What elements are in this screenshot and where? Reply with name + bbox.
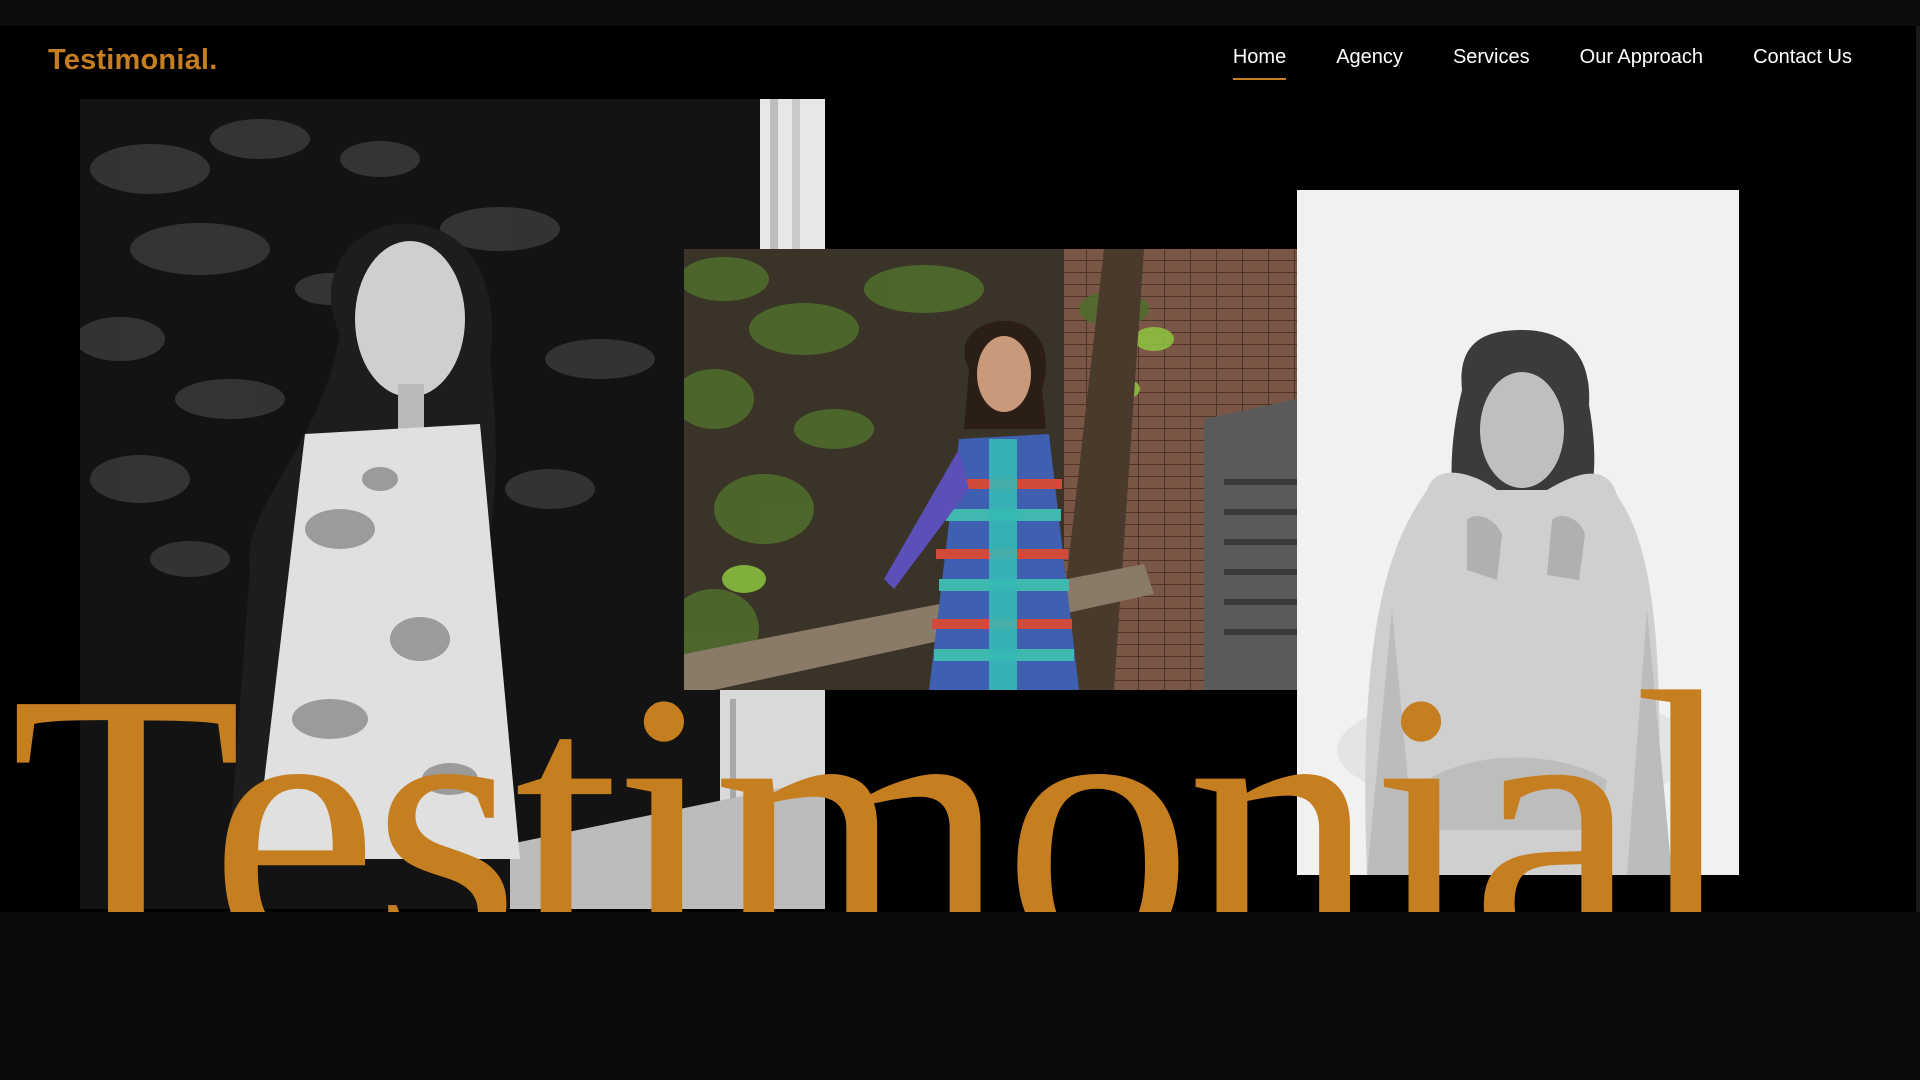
photo-model-patterned-tunic [684, 249, 1297, 690]
main-nav: Home Agency Services Our Approach Contac… [1232, 46, 1852, 80]
bottom-band [0, 912, 1920, 1080]
photo-model-hoodie [1297, 190, 1739, 875]
scroll-edge [1916, 26, 1920, 912]
nav-item-agency[interactable]: Agency [1336, 46, 1403, 80]
nav-item-our-approach[interactable]: Our Approach [1580, 46, 1703, 80]
nav-item-contact-us[interactable]: Contact Us [1753, 46, 1852, 80]
nav-item-services[interactable]: Services [1453, 46, 1530, 80]
nav-item-home[interactable]: Home [1232, 46, 1287, 80]
hero-section: Testimonial. Home Agency Services Our Ap… [0, 26, 1916, 912]
top-strip [0, 0, 1920, 26]
brand-logo[interactable]: Testimonial. [48, 44, 217, 77]
